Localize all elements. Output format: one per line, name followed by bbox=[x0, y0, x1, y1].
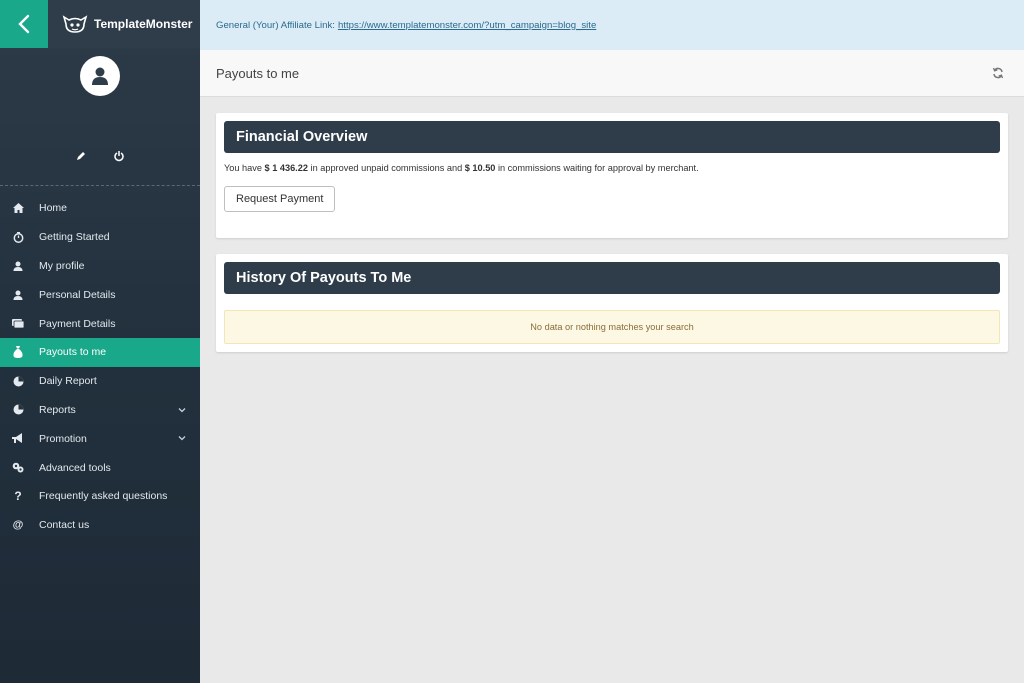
edit-profile-button[interactable] bbox=[75, 150, 87, 162]
back-button[interactable] bbox=[0, 0, 48, 48]
brand-name: TemplateMonster bbox=[94, 17, 193, 31]
payout-history-card: History Of Payouts To Me No data or noth… bbox=[216, 254, 1008, 352]
empty-state-message: No data or nothing matches your search bbox=[224, 310, 1000, 344]
sidebar-item-label: Contact us bbox=[39, 519, 90, 532]
home-icon bbox=[12, 202, 24, 214]
stopwatch-icon bbox=[12, 231, 24, 243]
chevron-down-icon bbox=[178, 407, 186, 412]
card-icon bbox=[12, 318, 24, 330]
pie-chart-icon bbox=[12, 375, 24, 387]
user-avatar-icon bbox=[92, 67, 108, 85]
sidebar-item-payment-details[interactable]: Payment Details bbox=[0, 309, 200, 338]
summary-text: You have bbox=[224, 163, 265, 173]
sidebar-item-label: Daily Report bbox=[39, 375, 97, 388]
affiliate-link-bar: General (Your) Affiliate Link: https://w… bbox=[200, 0, 1024, 50]
logout-button[interactable] bbox=[113, 150, 125, 162]
sidebar-item-home[interactable]: Home bbox=[0, 194, 200, 223]
page-title: Payouts to me bbox=[216, 65, 300, 81]
money-bag-icon bbox=[12, 346, 24, 359]
brand-logo[interactable]: TemplateMonster bbox=[48, 0, 200, 48]
question-icon: ? bbox=[14, 489, 22, 504]
sidebar-item-label: Personal Details bbox=[39, 288, 116, 301]
sidebar-item-payouts-to-me[interactable]: Payouts to me bbox=[0, 337, 200, 367]
sidebar-item-label: Home bbox=[39, 202, 68, 215]
sidebar-item-label: Payment Details bbox=[39, 317, 116, 330]
pencil-icon bbox=[77, 152, 85, 160]
request-payment-button[interactable]: Request Payment bbox=[224, 186, 336, 212]
summary-text: in approved unpaid commissions and bbox=[307, 163, 465, 173]
financial-overview-title: Financial Overview bbox=[224, 121, 1000, 153]
sidebar: TemplateMonster Home Getting Started My … bbox=[0, 0, 200, 683]
sidebar-item-label: Advanced tools bbox=[39, 461, 111, 474]
sidebar-item-label: Reports bbox=[39, 403, 76, 416]
sidebar-item-faq[interactable]: ? Frequently asked questions bbox=[0, 482, 200, 511]
sidebar-item-advanced-tools[interactable]: Advanced tools bbox=[0, 453, 200, 482]
summary-text: in commissions waiting for approval by m… bbox=[495, 163, 699, 173]
sidebar-item-promotion[interactable]: Promotion bbox=[0, 424, 200, 453]
monster-logo-icon bbox=[62, 15, 88, 33]
megaphone-icon bbox=[12, 433, 24, 445]
sidebar-item-contact-us[interactable]: @ Contact us bbox=[0, 511, 200, 540]
commission-summary: You have $ 1 436.22 in approved unpaid c… bbox=[224, 163, 1000, 173]
sidebar-item-label: Promotion bbox=[39, 432, 87, 445]
sidebar-item-reports[interactable]: Reports bbox=[0, 396, 200, 425]
affiliate-link[interactable]: https://www.templatemonster.com/?utm_cam… bbox=[338, 20, 596, 31]
sidebar-item-label: Getting Started bbox=[39, 231, 110, 244]
avatar[interactable] bbox=[80, 56, 120, 96]
refresh-icon[interactable] bbox=[992, 67, 1004, 79]
affiliate-link-label: General (Your) Affiliate Link: bbox=[216, 19, 335, 31]
sidebar-divider bbox=[0, 185, 200, 186]
at-icon: @ bbox=[12, 519, 24, 532]
sidebar-nav: Home Getting Started My profile Personal… bbox=[0, 194, 200, 540]
sidebar-item-label: My profile bbox=[39, 259, 85, 272]
chevron-down-icon bbox=[178, 436, 186, 441]
user-icon bbox=[12, 260, 24, 272]
sidebar-item-personal-details[interactable]: Personal Details bbox=[0, 280, 200, 309]
page-header: Payouts to me bbox=[200, 50, 1024, 97]
sidebar-item-label: Frequently asked questions bbox=[39, 490, 168, 503]
sidebar-item-my-profile[interactable]: My profile bbox=[0, 252, 200, 281]
user-icon bbox=[12, 289, 24, 301]
sidebar-item-daily-report[interactable]: Daily Report bbox=[0, 367, 200, 396]
waiting-amount: $ 10.50 bbox=[464, 163, 496, 173]
sidebar-topbar: TemplateMonster bbox=[0, 0, 200, 48]
sidebar-item-getting-started[interactable]: Getting Started bbox=[0, 223, 200, 252]
profile-actions bbox=[0, 150, 200, 162]
chevron-left-icon bbox=[18, 14, 30, 34]
payout-history-title: History Of Payouts To Me bbox=[224, 262, 1000, 294]
financial-overview-card: Financial Overview You have $ 1 436.22 i… bbox=[216, 113, 1008, 238]
approved-amount: $ 1 436.22 bbox=[264, 163, 308, 173]
power-icon bbox=[114, 151, 124, 162]
gears-icon bbox=[12, 462, 24, 474]
sidebar-item-label: Payouts to me bbox=[39, 346, 107, 359]
pie-chart-icon bbox=[12, 404, 24, 416]
